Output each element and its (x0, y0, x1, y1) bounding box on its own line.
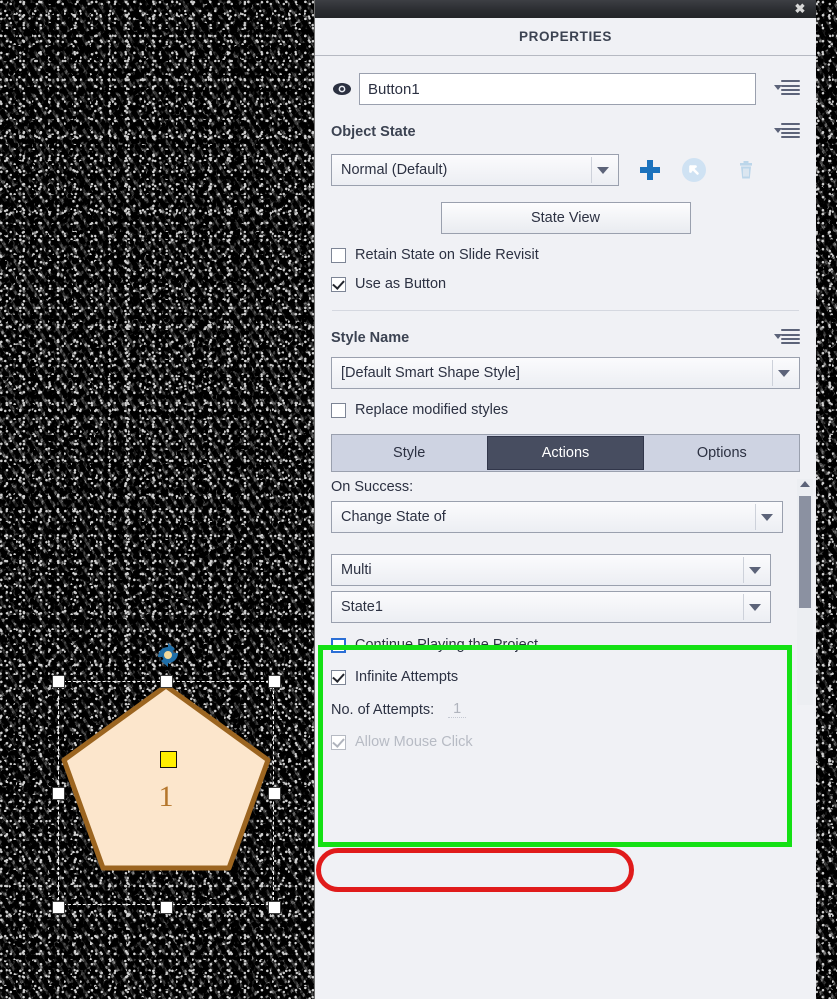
actions-pane: On Success: Change State of Multi State1… (331, 479, 813, 750)
chevron-down-icon (597, 167, 609, 174)
on-success-dropdown[interactable]: Change State of (331, 501, 783, 533)
chevron-down-icon (778, 370, 790, 377)
rotate-handle-icon[interactable] (153, 641, 183, 669)
target-state-dropdown[interactable]: State1 (331, 591, 771, 623)
panel-title-bar[interactable]: ✖ (315, 0, 816, 18)
resize-handle-bottom-left[interactable] (52, 901, 65, 914)
use-as-button-checkbox[interactable] (331, 276, 346, 292)
allow-mouse-click-label: Allow Mouse Click (355, 734, 473, 750)
eye-icon[interactable] (331, 78, 353, 100)
state-view-button[interactable]: State View (440, 202, 691, 234)
close-icon[interactable]: ✖ (792, 0, 808, 18)
attempts-value[interactable]: 1 (448, 701, 467, 718)
resize-handle-top-left[interactable] (52, 675, 65, 688)
object-name-menu-icon[interactable] (774, 80, 800, 98)
selection-outline (58, 681, 274, 905)
tab-options[interactable]: Options (644, 435, 799, 471)
resize-handle-top-center[interactable] (160, 675, 173, 688)
infinite-attempts-label: Infinite Attempts (355, 669, 459, 685)
object-state-dropdown[interactable]: Normal (Default) (331, 154, 619, 186)
on-success-dropdown-value: Change State of (341, 509, 446, 525)
infinite-attempts-row[interactable]: Infinite Attempts (331, 669, 800, 685)
target-object-dropdown-value: Multi (341, 562, 372, 578)
on-success-label: On Success: (331, 479, 414, 495)
duplicate-state-icon[interactable] (677, 153, 711, 187)
style-name-menu-icon[interactable] (774, 329, 800, 347)
property-tabs: Style Actions Options (331, 434, 800, 472)
trash-icon[interactable] (729, 153, 763, 187)
object-state-menu-icon[interactable] (774, 123, 800, 141)
section-divider (332, 310, 799, 311)
resize-handle-middle-left[interactable] (52, 787, 65, 800)
chevron-down-icon (749, 604, 761, 611)
replace-modified-styles-checkbox[interactable] (331, 402, 346, 418)
object-state-title: Object State (331, 124, 416, 140)
target-object-dropdown[interactable]: Multi (331, 554, 771, 586)
panel-title: PROPERTIES (518, 29, 613, 44)
resize-handle-bottom-right[interactable] (268, 901, 281, 914)
retain-state-label: Retain State on Slide Revisit (355, 247, 539, 263)
style-name-title: Style Name (331, 330, 410, 346)
tab-options-label: Options (696, 445, 747, 461)
retain-state-checkbox[interactable] (331, 247, 346, 263)
tab-actions-label: Actions (541, 445, 590, 461)
actions-scrollbar[interactable] (797, 479, 813, 705)
continue-playing-checkbox[interactable] (331, 637, 346, 653)
continue-playing-row[interactable]: Continue Playing the Project (331, 637, 800, 653)
style-name-dropdown[interactable]: [Default Smart Shape Style] (331, 357, 800, 389)
properties-panel: ✖ PROPERTIES Button1 Object State Normal… (314, 0, 816, 999)
object-state-controls: Normal (Default) (331, 153, 800, 187)
object-name-row (331, 73, 800, 105)
plus-icon[interactable] (633, 153, 667, 187)
continue-playing-label: Continue Playing the Project (355, 637, 538, 653)
state-view-label: State View (530, 210, 601, 226)
allow-mouse-click-row[interactable]: Allow Mouse Click (331, 734, 800, 750)
style-name-dropdown-value: [Default Smart Shape Style] (341, 365, 520, 381)
target-state-dropdown-value: State1 (341, 599, 383, 615)
panel-header: PROPERTIES (315, 18, 816, 56)
replace-modified-styles-row[interactable]: Replace modified styles (331, 402, 800, 418)
attempts-label: No. of Attempts: (331, 701, 435, 718)
tab-style-label: Style (393, 445, 426, 461)
tab-style[interactable]: Style (332, 435, 487, 471)
resize-handle-middle-right[interactable] (268, 787, 281, 800)
resize-handle-bottom-center[interactable] (160, 901, 173, 914)
object-state-header: Object State (331, 123, 800, 141)
allow-mouse-click-checkbox[interactable] (331, 734, 346, 750)
selection-rig (50, 673, 282, 914)
use-as-button-row[interactable]: Use as Button (331, 276, 800, 292)
scrollbar-thumb[interactable] (799, 496, 811, 608)
panel-body: Object State Normal (Default) (315, 73, 816, 750)
style-name-header: Style Name (331, 329, 800, 347)
object-name-input[interactable] (359, 73, 756, 105)
resize-handle-top-right[interactable] (268, 675, 281, 688)
tab-actions[interactable]: Actions (487, 436, 644, 470)
replace-modified-styles-label: Replace modified styles (355, 402, 509, 418)
retain-state-row[interactable]: Retain State on Slide Revisit (331, 247, 800, 263)
chevron-down-icon (749, 567, 761, 574)
infinite-attempts-checkbox[interactable] (331, 669, 346, 685)
object-state-dropdown-value: Normal (Default) (341, 162, 448, 178)
use-as-button-label: Use as Button (355, 276, 447, 292)
attempts-row: No. of Attempts: 1 (331, 701, 800, 718)
chevron-down-icon (761, 514, 773, 521)
scroll-up-arrow-icon[interactable] (800, 481, 810, 487)
